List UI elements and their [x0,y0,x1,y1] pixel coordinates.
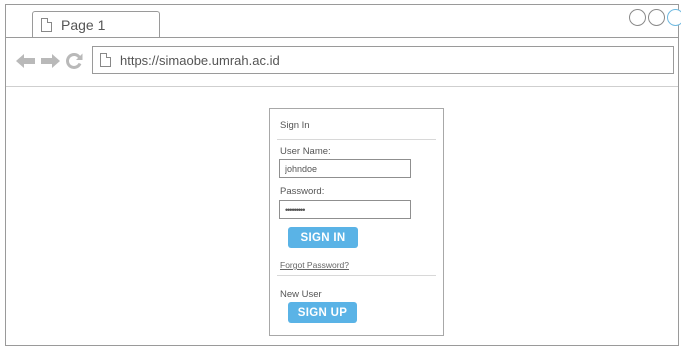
forward-button[interactable] [40,51,60,71]
tab-label: Page 1 [61,17,106,33]
password-value: ••••••••• [285,204,305,215]
address-bar[interactable]: https://simaobe.umrah.ac.id [92,46,674,74]
close-button[interactable] [667,9,681,26]
back-button[interactable] [16,51,36,71]
tab-bar: Page 1 [6,5,681,38]
forgot-password-link[interactable]: Forgot Password? [280,260,349,270]
title-divider [277,139,436,140]
sign-up-button[interactable]: SIGN UP [288,302,357,323]
forward-arrow-icon [41,54,60,68]
password-label: Password: [280,186,325,197]
maximize-button[interactable] [648,9,665,26]
content-divider [6,86,678,87]
username-input[interactable] [279,159,411,178]
sign-in-button[interactable]: SIGN IN [288,227,358,248]
username-label: User Name: [280,146,331,157]
window-controls [629,9,681,26]
section-divider [277,275,436,276]
url-text: https://simaobe.umrah.ac.id [120,52,280,68]
page-icon [100,53,111,67]
password-input[interactable]: ••••••••• [279,200,411,219]
new-user-label: New User [280,289,322,300]
reload-button[interactable] [65,51,83,71]
minimize-button[interactable] [629,9,646,26]
navigation-bar: https://simaobe.umrah.ac.id [6,38,678,86]
back-arrow-icon [16,54,35,68]
sign-in-title: Sign In [280,120,310,131]
page-icon [41,18,52,32]
reload-icon [66,52,83,69]
browser-window: Page 1 https://simaobe.umrah.ac.id Sign … [5,4,681,346]
sign-in-panel: Sign In User Name: Password: ••••••••• S… [269,108,444,336]
tab-page-1[interactable]: Page 1 [32,11,160,38]
